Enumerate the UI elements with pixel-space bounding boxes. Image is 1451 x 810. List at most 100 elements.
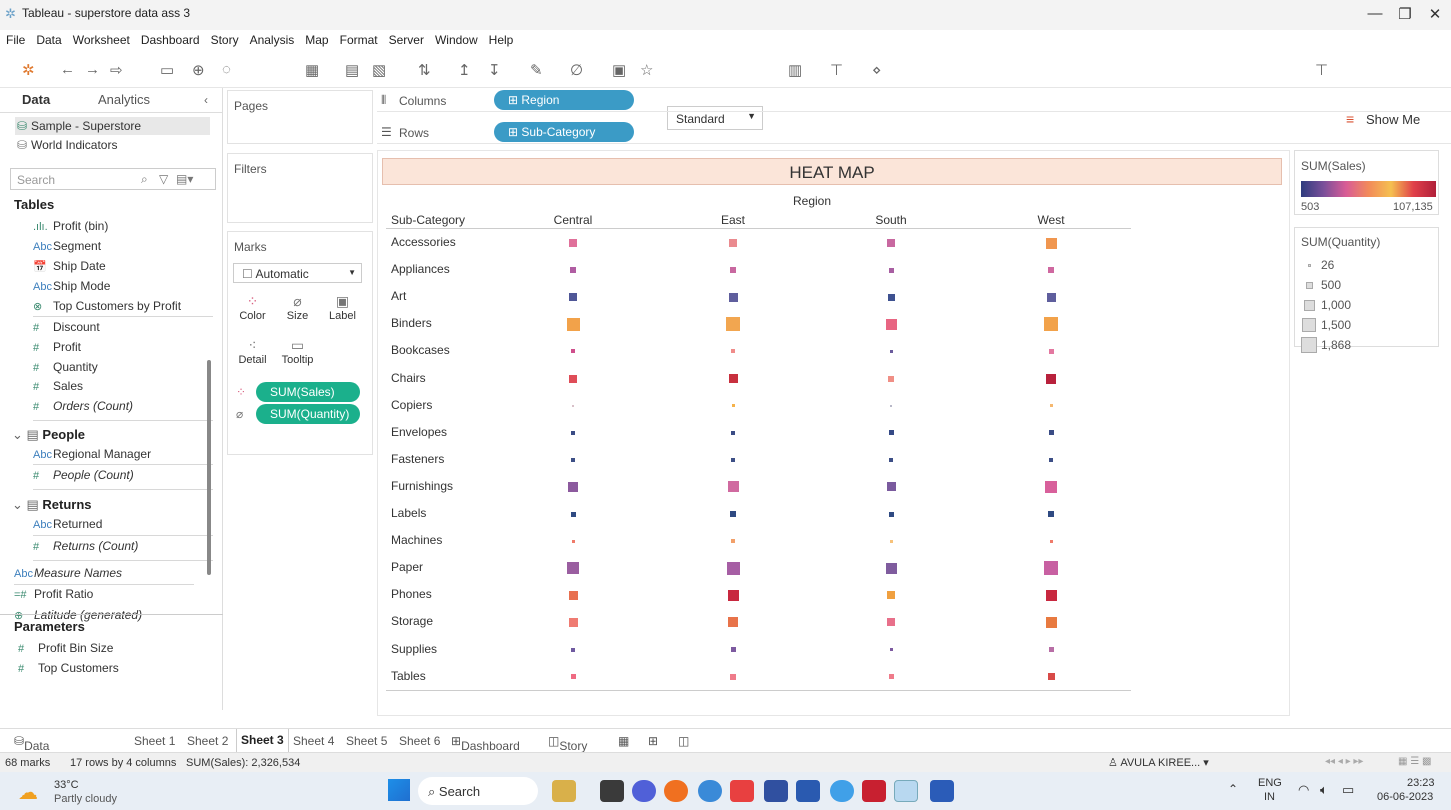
heat-mark[interactable] [887, 293, 895, 301]
firefox-icon[interactable] [664, 780, 688, 802]
chrome-icon[interactable] [830, 780, 854, 802]
tooltip-button[interactable]: ▭ Tooltip [280, 334, 315, 374]
widgets-icon[interactable] [552, 780, 576, 802]
search-input[interactable]: Search ⌕ ▽ ▤▾ [10, 168, 216, 190]
collapse-pane-icon[interactable]: ‹ [204, 93, 208, 107]
heat-mark[interactable] [1049, 457, 1053, 462]
size-legend-swatch[interactable] [1302, 318, 1316, 332]
menu-item-server[interactable]: Server [383, 30, 429, 47]
task-view-icon[interactable] [600, 780, 624, 802]
size-legend-swatch[interactable] [1307, 263, 1311, 267]
field-regional-manager[interactable]: AbcRegional Manager [33, 447, 151, 465]
brave-icon[interactable] [730, 780, 754, 802]
heat-mark[interactable] [1045, 237, 1057, 249]
heat-mark[interactable] [728, 292, 738, 302]
heat-mark[interactable] [886, 482, 896, 492]
minimize-button[interactable]: — [1360, 5, 1390, 22]
tab-sheet-3[interactable]: Sheet 3 [236, 729, 289, 753]
parameter-profit-bin-size[interactable]: # Profit Bin Size [18, 641, 113, 659]
share-icon[interactable]: ⋄ [872, 61, 881, 79]
heat-mark[interactable] [731, 430, 735, 435]
heat-mark[interactable] [1048, 430, 1054, 436]
columns-shelf[interactable]: ⦀ Columns ⊞ Region [377, 88, 1451, 112]
heat-mark[interactable] [568, 590, 578, 600]
redo-icon[interactable]: → [85, 61, 100, 78]
heat-mark[interactable] [1044, 317, 1058, 332]
tab-sheet-2[interactable]: Sheet 2 [187, 734, 228, 748]
search-icon[interactable]: ⌕ [141, 172, 148, 187]
tableau-home-icon[interactable]: ✲ [22, 61, 35, 79]
undo-icon[interactable]: ← [60, 61, 75, 78]
size-button[interactable]: ⌀ Size [280, 290, 315, 330]
presentation-icon[interactable]: ⊤ [830, 61, 843, 79]
field-profit[interactable]: # Profit [33, 340, 81, 358]
pause-updates-icon[interactable]: ◌ [222, 61, 231, 78]
field-discount[interactable]: # Discount [33, 320, 100, 338]
menu-item-map[interactable]: Map [299, 30, 333, 47]
view-options-icon[interactable]: ▤▾ [176, 172, 193, 186]
heat-mark[interactable] [888, 267, 894, 273]
section-returns[interactable]: ⌄ ▤ Returns [12, 497, 92, 513]
heat-mark[interactable] [885, 318, 897, 330]
text-label-icon[interactable]: ▣ [612, 61, 626, 79]
heat-mark[interactable] [571, 457, 575, 462]
heat-mark[interactable] [1048, 267, 1054, 274]
heat-mark[interactable] [889, 539, 893, 543]
pin-icon[interactable]: ☆ [640, 61, 653, 79]
pill-region[interactable]: ⊞ Region [494, 90, 634, 110]
heat-mark[interactable] [888, 674, 894, 680]
heat-mark[interactable] [731, 349, 735, 354]
taskbar-search[interactable]: ⌕ Search [418, 777, 538, 805]
heat-mark[interactable] [1049, 404, 1053, 408]
heat-mark[interactable] [570, 674, 576, 680]
heat-mark[interactable] [569, 293, 577, 302]
field-top-customers-by-profit[interactable]: ⊗ Top Customers by Profit [33, 299, 181, 317]
group-icon[interactable]: ∅ [570, 61, 583, 79]
heat-mark[interactable] [730, 511, 736, 517]
menu-item-window[interactable]: Window [429, 30, 483, 47]
label-button[interactable]: ▣ Label [325, 290, 360, 330]
field-sales[interactable]: # Sales [33, 379, 83, 397]
filters-card[interactable]: Filters [227, 153, 373, 223]
lang-code[interactable]: ENG [1258, 777, 1282, 789]
field-profit-ratio[interactable]: =# Profit Ratio [14, 587, 93, 605]
heat-mark[interactable] [571, 647, 575, 652]
heat-mark[interactable] [731, 457, 735, 462]
filter-icon[interactable]: ▽ [159, 172, 168, 186]
pill-sum-sales[interactable]: SUM(Sales) [256, 382, 360, 402]
tab-data[interactable]: Data [22, 92, 50, 107]
heat-mark[interactable] [885, 562, 897, 574]
heat-mark[interactable] [728, 617, 738, 628]
heat-mark[interactable] [888, 511, 894, 517]
heat-mark[interactable] [572, 404, 574, 407]
heat-mark[interactable] [728, 374, 738, 383]
size-legend-swatch[interactable] [1305, 281, 1313, 289]
tab-sheet-5[interactable]: Sheet 5 [346, 734, 387, 748]
sort-asc-icon[interactable]: ↥ [458, 61, 471, 79]
highlight-icon[interactable]: ✎ [530, 61, 543, 79]
heat-mark[interactable] [730, 673, 736, 680]
windows-start-icon[interactable] [388, 779, 410, 801]
heat-mark[interactable] [1045, 589, 1057, 601]
view-mode-icons[interactable]: ▦ ☰ ▩ [1398, 756, 1431, 767]
heat-mark[interactable] [889, 349, 893, 353]
heat-mark[interactable] [1048, 511, 1054, 517]
heat-mark[interactable] [571, 539, 575, 543]
heat-mark[interactable] [727, 589, 739, 601]
heat-mark[interactable] [1045, 616, 1057, 628]
field-returned[interactable]: AbcReturned [33, 517, 102, 535]
tableau-taskbar-icon[interactable] [894, 780, 918, 802]
heat-mark[interactable] [887, 591, 895, 600]
heat-mark[interactable] [568, 481, 578, 492]
restore-button[interactable]: ❐ [1390, 5, 1420, 23]
heat-mark[interactable] [887, 618, 895, 627]
field-people-count-[interactable]: # People (Count) [33, 468, 134, 486]
swap-icon[interactable]: ⇅ [418, 61, 431, 79]
datasource-world-indicators[interactable]: ⛁ World Indicators [15, 136, 210, 154]
heat-mark[interactable] [731, 404, 735, 408]
menu-item-file[interactable]: File [0, 30, 30, 47]
heat-mark[interactable] [727, 481, 739, 493]
rows-shelf[interactable]: ☰ Rows ⊞ Sub-Category [377, 120, 1451, 144]
heat-mark[interactable] [571, 349, 575, 354]
mark-type-dropdown[interactable]: ☐ Automatic ▼ [233, 263, 362, 283]
